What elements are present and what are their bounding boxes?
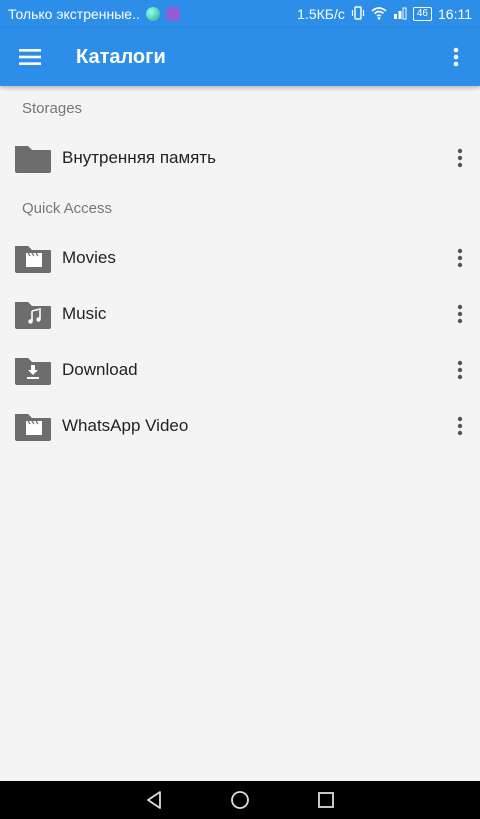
recents-square-icon (318, 792, 334, 808)
item-more-button[interactable] (440, 286, 480, 342)
list-item-label: Download (62, 360, 138, 379)
list-item-download[interactable]: Download (0, 342, 480, 398)
moon-notification-icon (145, 7, 160, 21)
list-item-whatsapp-video[interactable]: WhatsApp Video (0, 398, 480, 454)
back-button[interactable] (142, 788, 166, 812)
app-bar: Каталоги (0, 28, 480, 86)
item-more-button[interactable] (440, 230, 480, 286)
menu-button[interactable] (0, 28, 60, 86)
hamburger-menu-icon (19, 49, 41, 65)
status-right: 1.5КБ/с 46 16:11 (297, 5, 472, 23)
more-vert-icon (457, 304, 463, 324)
list-item-music[interactable]: Music (0, 286, 480, 342)
list-item-label: Music (62, 304, 107, 323)
download-folder-icon (0, 354, 62, 386)
overflow-menu-button[interactable] (432, 28, 480, 86)
battery-indicator: 46 (412, 7, 432, 21)
list-item-label: WhatsApp Video (62, 416, 189, 435)
section-header-quick-access: Quick Access (22, 199, 113, 217)
item-more-button[interactable] (440, 398, 480, 454)
wifi-icon (371, 6, 387, 23)
status-bar: Только экстренные.. 1.5КБ/с 46 16:11 (0, 0, 480, 28)
more-vert-icon (457, 248, 463, 268)
more-vert-icon (457, 148, 463, 168)
directory-list: Storages Внутренняя память Quick Access … (0, 86, 480, 454)
item-more-button[interactable] (440, 342, 480, 398)
recents-button[interactable] (314, 788, 338, 812)
item-more-button[interactable] (440, 130, 480, 186)
movie-folder-icon (0, 410, 62, 442)
more-vert-icon (453, 47, 459, 67)
more-vert-icon (457, 416, 463, 436)
home-circle-icon (231, 791, 249, 809)
folder-icon (0, 142, 62, 174)
vibrate-icon (351, 5, 365, 23)
section-header-storages: Storages (22, 99, 83, 117)
list-item-internal-storage[interactable]: Внутренняя память (0, 130, 480, 186)
list-item-label: Внутренняя память (62, 148, 217, 167)
page-title: Каталоги (76, 45, 166, 68)
signal-icon (393, 6, 407, 23)
movie-folder-icon (0, 242, 62, 274)
more-vert-icon (457, 360, 463, 380)
notification-text: Только экстренные.. (8, 6, 140, 22)
list-item-movies[interactable]: Movies (0, 230, 480, 286)
network-speed: 1.5КБ/с (297, 6, 345, 22)
clock: 16:11 (438, 6, 472, 22)
status-left: Только экстренные.. (8, 6, 297, 22)
home-button[interactable] (228, 788, 252, 812)
back-triangle-icon (147, 791, 161, 809)
system-navigation-bar (0, 781, 480, 819)
viber-notification-icon (165, 7, 180, 21)
music-folder-icon (0, 298, 62, 330)
list-item-label: Movies (62, 248, 116, 267)
